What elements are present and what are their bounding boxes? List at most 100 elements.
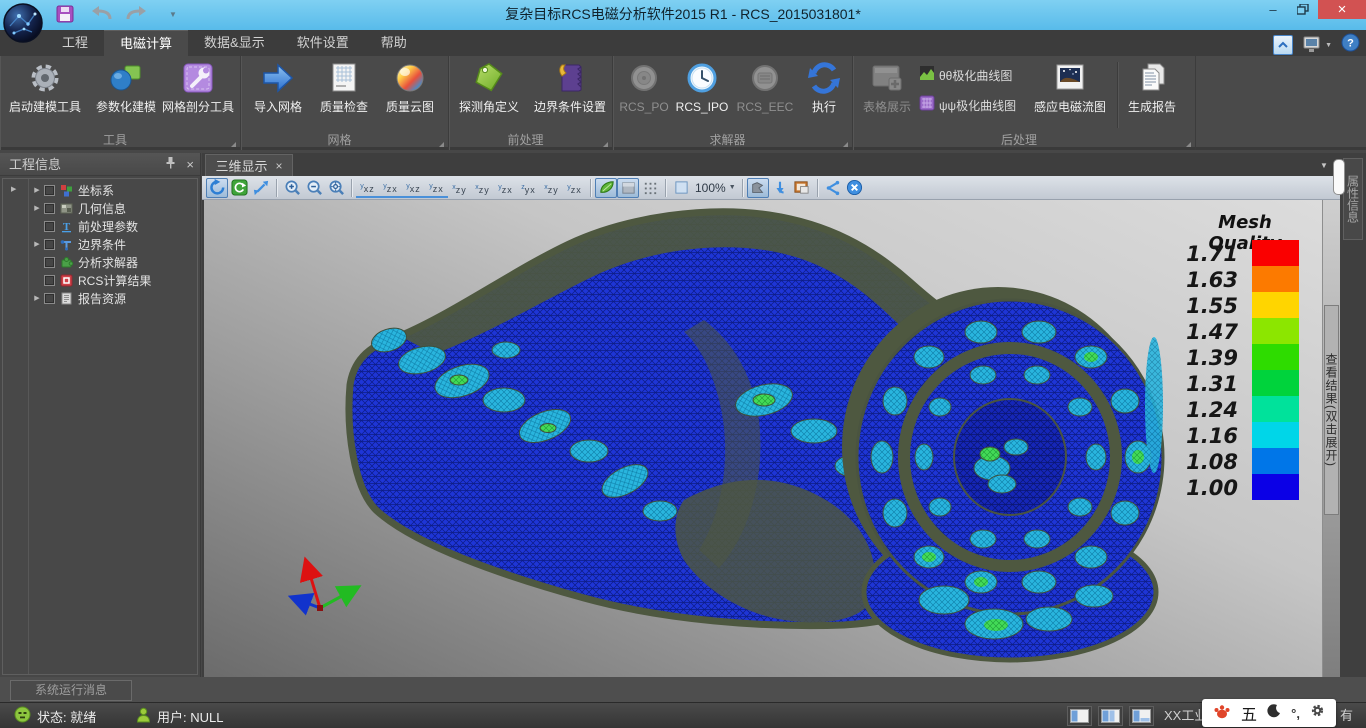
tree-checkbox[interactable] [44, 221, 55, 232]
tree-checkbox[interactable] [44, 293, 55, 304]
system-messages-tab[interactable]: 系统运行消息 [10, 680, 132, 701]
tree-item-boundary-conditions[interactable]: ▶ 边界条件 [30, 235, 197, 253]
wireframe-icon[interactable] [639, 178, 661, 198]
tree-checkbox[interactable] [44, 203, 55, 214]
main-view-area: 三维显示 × yxz [202, 153, 1340, 677]
legend-value: 1.63 [1156, 268, 1238, 292]
ime-logo-paw-icon[interactable] [1213, 703, 1231, 724]
select-region-icon[interactable] [747, 178, 769, 198]
quality-contour-button[interactable]: 质量云图 [379, 58, 441, 124]
menu-tab-help[interactable]: 帮助 [365, 30, 423, 56]
quick-access-dropdown-icon[interactable]: ▼ [162, 3, 184, 25]
view-iso3-icon[interactable]: xzy [540, 178, 563, 198]
tree-checkbox[interactable] [44, 275, 55, 286]
zoom-dropdown-icon[interactable]: ▼ [729, 184, 736, 191]
boundary-settings-button[interactable]: 边界条件设置 [529, 58, 611, 124]
tree-item-coordinate-system[interactable]: ▶ 坐标系 [30, 181, 197, 199]
capture-window-icon[interactable] [791, 178, 813, 198]
group-expand-icon[interactable] [1186, 142, 1191, 147]
orbit-refresh-icon[interactable] [228, 178, 250, 198]
tab-3d-display[interactable]: 三维显示 × [205, 154, 293, 176]
solver-rcs-ipo-button[interactable]: RCS_IPO [673, 58, 731, 124]
tab-close-icon[interactable]: × [276, 159, 283, 173]
group-expand-icon[interactable] [231, 142, 236, 147]
minimize-button[interactable]: – [1258, 0, 1288, 19]
viewport-3d-canvas[interactable]: Mesh Quality 1.71 1.63 1.55 1.47 1.39 1.… [204, 200, 1322, 677]
group-expand-icon[interactable] [439, 142, 444, 147]
gutter-arrow-icon[interactable]: ▶ [11, 185, 16, 193]
ime-settings-gear-icon[interactable] [1310, 703, 1325, 723]
menu-tab-data-display[interactable]: 数据&显示 [188, 30, 281, 56]
detect-angle-button[interactable]: 探测角定义 [451, 58, 527, 124]
view-iso4-icon[interactable]: yzx [563, 178, 586, 198]
tree-checkbox[interactable] [44, 239, 55, 250]
layout-left-panel-button[interactable] [1067, 706, 1092, 726]
execute-button[interactable]: 执行 [801, 58, 847, 124]
theta-polarization-curve-button[interactable]: θθ极化曲线图 [919, 62, 1037, 88]
ime-punctuation-icon[interactable]: °, [1291, 706, 1300, 721]
launch-modeler-button[interactable]: 启动建模工具 [2, 58, 88, 124]
tree-item-analysis-solver[interactable]: 分析求解器 [30, 253, 197, 271]
redo-icon[interactable] [126, 3, 148, 25]
view-results-tab[interactable]: 查看结果(双击展开) [1324, 305, 1339, 515]
menu-tab-settings[interactable]: 软件设置 [281, 30, 365, 56]
shaded-leaf-icon[interactable] [595, 178, 617, 198]
tree-gutter: ▶ [3, 179, 29, 674]
restore-button[interactable] [1288, 0, 1318, 19]
generate-report-button[interactable]: 生成报告 [1121, 58, 1183, 124]
tree-item-preprocess-params[interactable]: T 前处理参数 [30, 217, 197, 235]
ribbon-group-label: 求解器 [613, 131, 842, 148]
tree-checkbox[interactable] [44, 257, 55, 268]
view-zx-icon[interactable]: yzx [379, 178, 402, 198]
expander-icon[interactable]: ▶ [30, 294, 44, 302]
close-button[interactable]: × [1318, 0, 1366, 19]
properties-tab[interactable]: 属性信息 [1343, 158, 1363, 240]
tree-item-report-resources[interactable]: ▶ 报告资源 [30, 289, 197, 307]
expander-icon[interactable]: ▶ [30, 204, 44, 212]
layout-bottom-panel-button[interactable] [1129, 706, 1154, 726]
view-iso1-icon[interactable]: yzx [494, 178, 517, 198]
tree-item-rcs-results[interactable]: RCS计算结果 [30, 271, 197, 289]
collapse-ribbon-button[interactable] [1273, 35, 1293, 55]
view-zx2-icon[interactable]: yzx [425, 178, 448, 198]
expander-icon[interactable]: ▶ [30, 240, 44, 248]
tree-item-geometry-info[interactable]: ▶ 几何信息 [30, 199, 197, 217]
meshing-tool-button[interactable]: 网格剖分工具 [158, 58, 238, 124]
zoom-out-icon[interactable] [303, 178, 325, 198]
view-zy-icon[interactable]: xzy [448, 178, 471, 198]
help-icon[interactable]: ? [1341, 33, 1360, 57]
flat-shading-icon[interactable] [617, 178, 639, 198]
import-mesh-button[interactable]: 导入网格 [247, 58, 309, 124]
zoom-fit-icon[interactable] [325, 178, 347, 198]
quality-check-button[interactable]: 质量检查 [313, 58, 375, 124]
pin-icon[interactable] [165, 153, 176, 176]
save-icon[interactable] [54, 3, 76, 25]
flow-lines-icon[interactable] [822, 178, 844, 198]
view-xz-icon[interactable]: yxz [356, 178, 379, 198]
layout-two-panel-button[interactable] [1098, 706, 1123, 726]
group-expand-icon[interactable] [603, 142, 608, 147]
import-view-icon[interactable] [769, 178, 791, 198]
display-mode-icon[interactable]: ▼ [1302, 36, 1332, 54]
tree-checkbox[interactable] [44, 185, 55, 196]
clear-view-icon[interactable] [844, 178, 866, 198]
menu-tab-project[interactable]: 工程 [46, 30, 104, 56]
psi-polarization-curve-button[interactable]: ψψ极化曲线图 [919, 92, 1037, 118]
pan-zoom-icon[interactable] [250, 178, 272, 198]
panel-close-icon[interactable]: × [186, 158, 194, 171]
induced-current-map-button[interactable]: 感应电磁流图 [1031, 58, 1109, 124]
splitter-grip[interactable] [1333, 159, 1345, 195]
parametric-modeling-button[interactable]: 参数化建模 [90, 58, 162, 124]
view-zy2-icon[interactable]: xzy [471, 178, 494, 198]
expander-icon[interactable]: ▶ [30, 186, 44, 194]
ime-mode-label[interactable]: 五 [1241, 701, 1257, 725]
undo-icon[interactable] [90, 3, 112, 25]
view-iso2-icon[interactable]: zyx [517, 178, 540, 198]
menu-tab-em-compute[interactable]: 电磁计算 [104, 30, 188, 56]
group-expand-icon[interactable] [843, 142, 848, 147]
rotate-tool-icon[interactable] [206, 178, 228, 198]
tabstrip-dropdown-icon[interactable]: ▼ [1320, 161, 1328, 170]
zoom-in-icon[interactable] [281, 178, 303, 198]
ime-moon-icon[interactable] [1267, 704, 1281, 723]
view-xz2-icon[interactable]: yxz [402, 178, 425, 198]
